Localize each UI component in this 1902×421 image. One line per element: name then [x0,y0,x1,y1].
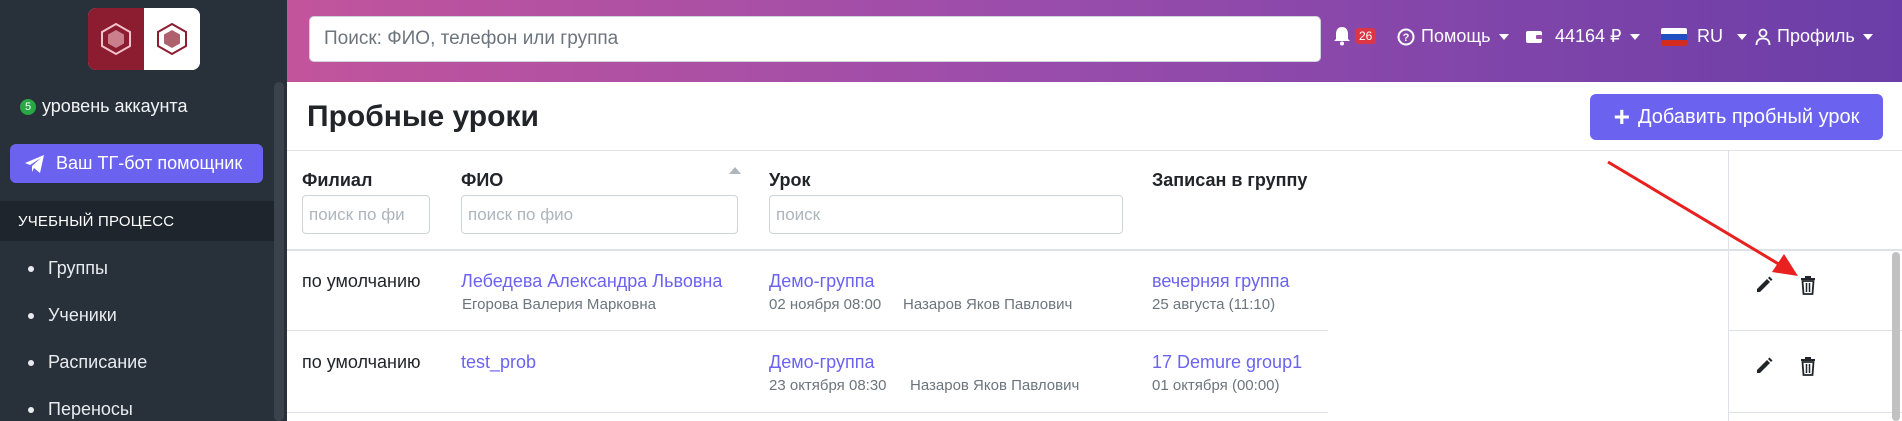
annotation-arrow [1607,160,1798,276]
